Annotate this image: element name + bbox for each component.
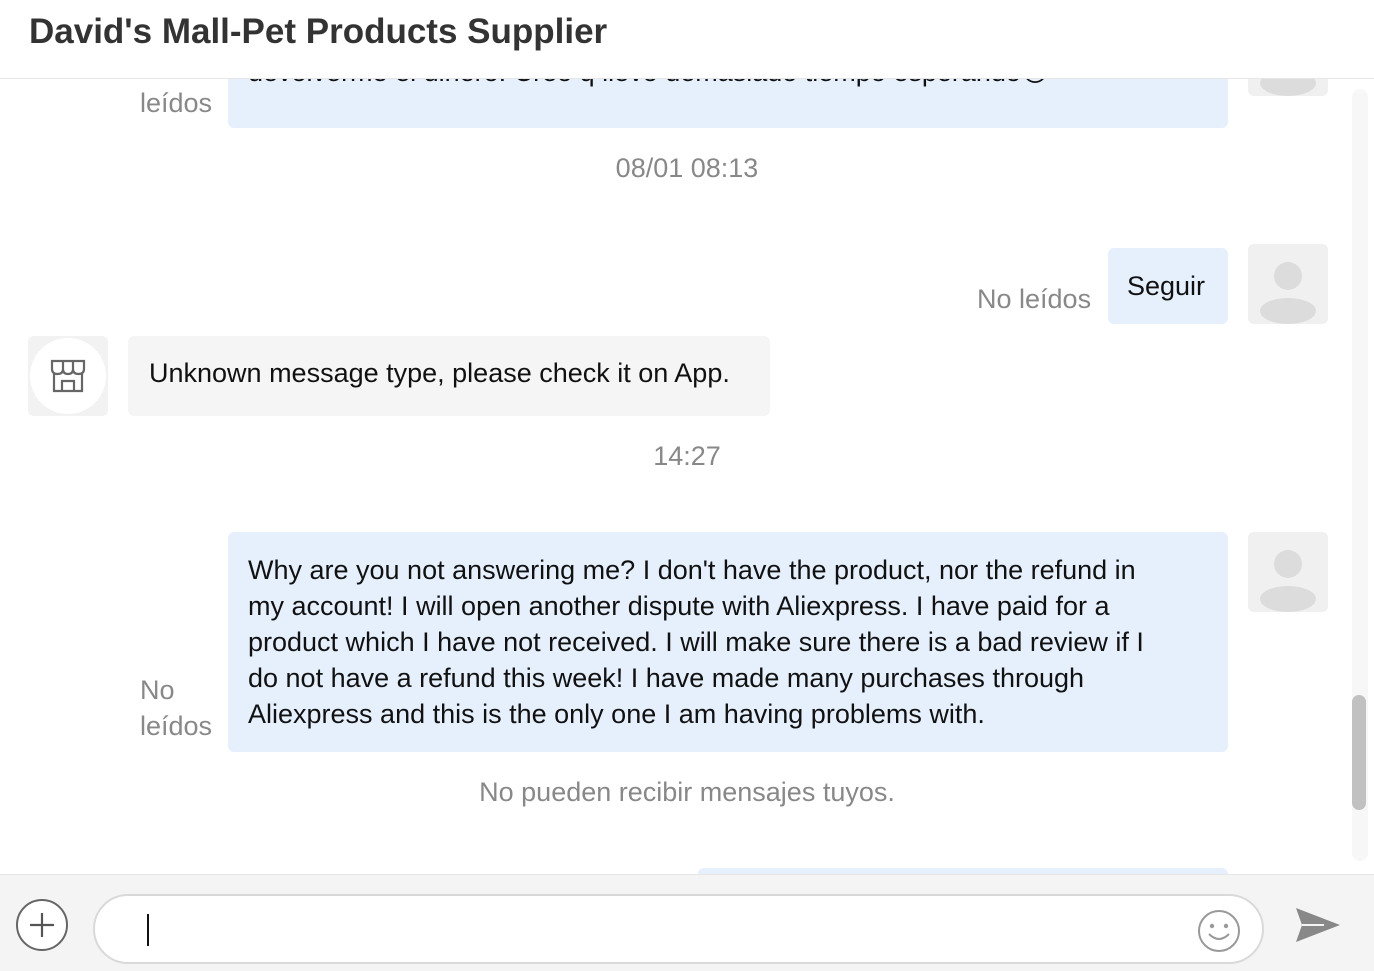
message-list[interactable]: leídos devolverme el dinero. Creo q llev…: [0, 79, 1374, 874]
plus-icon: [30, 913, 54, 937]
add-attachment-button[interactable]: [16, 899, 68, 951]
user-avatar-icon: [1260, 79, 1316, 96]
message-line: Aliexpress and this is the only one I am…: [248, 699, 985, 729]
read-status: No leídos: [140, 672, 212, 744]
user-avatar: [1248, 532, 1328, 612]
user-avatar: [1248, 79, 1328, 96]
message-bubble-incoming[interactable]: Unknown message type, please check it on…: [128, 336, 770, 416]
emoji-button[interactable]: [1197, 909, 1241, 953]
smiley-icon: [1198, 910, 1240, 952]
message-bubble-outgoing[interactable]: devolverme el dinero. Creo q llevo demas…: [228, 79, 1228, 128]
message-text: Seguir: [1127, 271, 1206, 301]
timestamp: 14:27: [653, 441, 721, 471]
scrollbar-thumb[interactable]: [1352, 695, 1366, 810]
user-avatar-icon: [1260, 550, 1316, 612]
message-text: Why are you not answering me? I don't ha…: [248, 552, 1144, 732]
chat-header: David's Mall-Pet Products Supplier: [0, 0, 1374, 79]
user-avatar-icon: [1260, 262, 1316, 324]
user-avatar: [1248, 244, 1328, 324]
store-icon: [50, 359, 86, 393]
message-input-box[interactable]: [93, 894, 1264, 964]
message-line: my account! I will open another dispute …: [248, 591, 1110, 621]
text-caret: [147, 914, 149, 946]
read-status-line: leídos: [140, 711, 213, 741]
message-text: Unknown message type, please check it on…: [149, 358, 730, 388]
message-bubble-outgoing[interactable]: Why are you not answering me? I don't ha…: [228, 532, 1228, 752]
composer: [0, 874, 1374, 971]
read-status: leídos: [140, 88, 213, 118]
message-text: devolverme el dinero. Creo q llevo demas…: [248, 79, 1049, 90]
message-line: Why are you not answering me? I don't ha…: [248, 555, 1136, 585]
read-status: No leídos: [977, 284, 1092, 314]
message-bubble-outgoing[interactable]: Seguir: [1108, 248, 1228, 324]
send-icon: [1296, 908, 1340, 942]
message-line: do not have a refund this week! I have m…: [248, 663, 1085, 693]
page-title: David's Mall-Pet Products Supplier: [29, 12, 608, 51]
read-status-line: No: [140, 675, 175, 705]
shop-avatar: [28, 336, 108, 416]
timestamp: 08/01 08:13: [615, 153, 759, 183]
message-input[interactable]: [135, 910, 1189, 950]
delivery-notice: No pueden recibir mensajes tuyos.: [479, 777, 895, 807]
message-line: product which I have not received. I wil…: [248, 627, 1144, 657]
send-button[interactable]: [1294, 905, 1342, 945]
